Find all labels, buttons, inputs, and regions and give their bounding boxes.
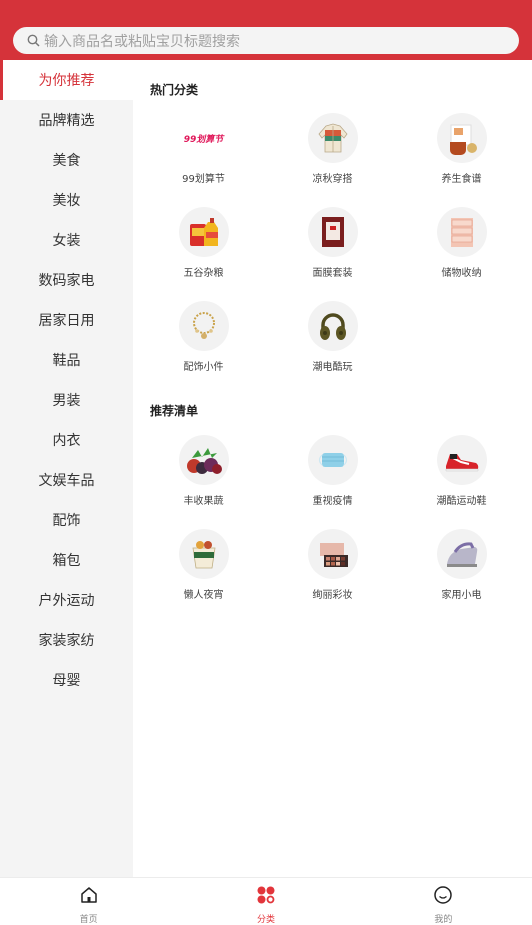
search-bar[interactable]: 输入商品名或粘贴宝贝标题搜索 xyxy=(13,27,519,54)
sidebar-item-baby[interactable]: 母婴 xyxy=(0,660,133,700)
sidebar-item-digital[interactable]: 数码家电 xyxy=(0,260,133,300)
sidebar-item-home[interactable]: 居家日用 xyxy=(0,300,133,340)
sidebar-item-bags[interactable]: 箱包 xyxy=(0,540,133,580)
list-label: 丰收果蔬 xyxy=(183,496,224,507)
99-festival-logo: 99划算节 xyxy=(178,113,229,163)
logo-text: 99划算节 xyxy=(183,134,224,145)
headphones-icon xyxy=(307,301,358,351)
list-sneakers[interactable]: 潮酷运动鞋 xyxy=(397,435,526,510)
category-accessory[interactable]: 配饰小件 xyxy=(139,301,268,376)
sidebar-item-men[interactable]: 男装 xyxy=(0,380,133,420)
list-late-snack[interactable]: 懒人夜宵 xyxy=(139,529,268,604)
sneaker-icon xyxy=(436,435,487,485)
list-makeup[interactable]: 绚丽彩妆 xyxy=(268,529,397,604)
sidebar-item-beauty[interactable]: 美妆 xyxy=(0,180,133,220)
bottom-tab-bar: 首页 分类 我的 xyxy=(0,877,532,925)
list-epidemic[interactable]: 重视疫情 xyxy=(268,435,397,510)
category-grains[interactable]: 五谷杂粮 xyxy=(139,207,268,282)
category-face-mask[interactable]: 面膜套装 xyxy=(268,207,397,282)
sidebar-item-outdoor[interactable]: 户外运动 xyxy=(0,580,133,620)
hot-category-grid: 99划算节 99划算节 凉秋穿搭 养生食谱 五谷杂粮 面膜套装 储物收纳 配饰小… xyxy=(133,113,532,376)
section-title-recommend: 推荐清单 xyxy=(150,404,199,418)
sidebar-item-entertainment-car[interactable]: 文娱车品 xyxy=(0,460,133,500)
tab-label: 我的 xyxy=(434,915,453,925)
list-small-appliance[interactable]: 家用小电 xyxy=(397,529,526,604)
tab-profile[interactable]: 我的 xyxy=(355,878,532,925)
profile-icon xyxy=(433,885,453,909)
fruits-icon xyxy=(178,435,229,485)
storage-drawer-icon xyxy=(436,207,487,257)
eyeshadow-palette-icon xyxy=(307,529,358,579)
category-label: 配饰小件 xyxy=(183,362,224,373)
category-label: 凉秋穿搭 xyxy=(312,174,353,185)
oil-rice-icon xyxy=(178,207,229,257)
sidebar-item-women[interactable]: 女装 xyxy=(0,220,133,260)
snack-box-icon xyxy=(178,529,229,579)
category-label: 养生食谱 xyxy=(441,174,482,185)
main-content: 热门分类 99划算节 99划算节 凉秋穿搭 养生食谱 五谷杂粮 面膜套装 储物收… xyxy=(133,60,532,877)
tab-label: 分类 xyxy=(256,915,275,925)
sidebar-item-shoes[interactable]: 鞋品 xyxy=(0,340,133,380)
category-storage[interactable]: 储物收纳 xyxy=(397,207,526,282)
search-placeholder[interactable]: 输入商品名或粘贴宝贝标题搜索 xyxy=(44,31,240,51)
iron-icon xyxy=(436,529,487,579)
face-mask-icon xyxy=(307,207,358,257)
sidebar-item-home-textile[interactable]: 家装家纺 xyxy=(0,620,133,660)
recommend-list-grid: 丰收果蔬 重视疫情 潮酷运动鞋 懒人夜宵 绚丽彩妆 家用小电 xyxy=(133,435,532,604)
category-label: 五谷杂粮 xyxy=(183,268,224,279)
category-label: 99划算节 xyxy=(182,174,225,185)
sidebar-item-recommend[interactable]: 为你推荐 xyxy=(0,60,133,100)
list-label: 重视疫情 xyxy=(312,496,353,507)
category-autumn-outfit[interactable]: 凉秋穿搭 xyxy=(268,113,397,188)
category-sidebar: 为你推荐 品牌精选 美食 美妆 女装 数码家电 居家日用 鞋品 男装 内衣 文娱… xyxy=(0,60,133,877)
tab-home[interactable]: 首页 xyxy=(0,878,177,925)
category-label: 面膜套装 xyxy=(312,268,353,279)
list-label: 潮酷运动鞋 xyxy=(436,496,487,507)
medical-mask-icon xyxy=(307,435,358,485)
category-icon xyxy=(256,885,276,909)
sidebar-item-brand[interactable]: 品牌精选 xyxy=(0,100,133,140)
category-99-festival[interactable]: 99划算节 99划算节 xyxy=(139,113,268,188)
sidebar-item-food[interactable]: 美食 xyxy=(0,140,133,180)
sidebar-item-underwear[interactable]: 内衣 xyxy=(0,420,133,460)
list-label: 懒人夜宵 xyxy=(183,590,224,601)
category-label: 潮电酷玩 xyxy=(312,362,353,373)
category-label: 储物收纳 xyxy=(441,268,482,279)
list-label: 绚丽彩妆 xyxy=(312,590,353,601)
list-label: 家用小电 xyxy=(441,590,482,601)
category-health-recipe[interactable]: 养生食谱 xyxy=(397,113,526,188)
tab-category[interactable]: 分类 xyxy=(177,878,354,925)
list-fruit-veg[interactable]: 丰收果蔬 xyxy=(139,435,268,510)
search-icon xyxy=(25,33,41,49)
tab-label: 首页 xyxy=(79,915,98,925)
jacket-icon xyxy=(307,113,358,163)
top-header: 输入商品名或粘贴宝贝标题搜索 xyxy=(0,0,532,60)
category-gadgets[interactable]: 潮电酷玩 xyxy=(268,301,397,376)
sidebar-item-accessories[interactable]: 配饰 xyxy=(0,500,133,540)
health-tea-icon xyxy=(436,113,487,163)
home-icon xyxy=(79,885,99,909)
bracelet-icon xyxy=(178,301,229,351)
section-title-hot: 热门分类 xyxy=(150,83,199,97)
